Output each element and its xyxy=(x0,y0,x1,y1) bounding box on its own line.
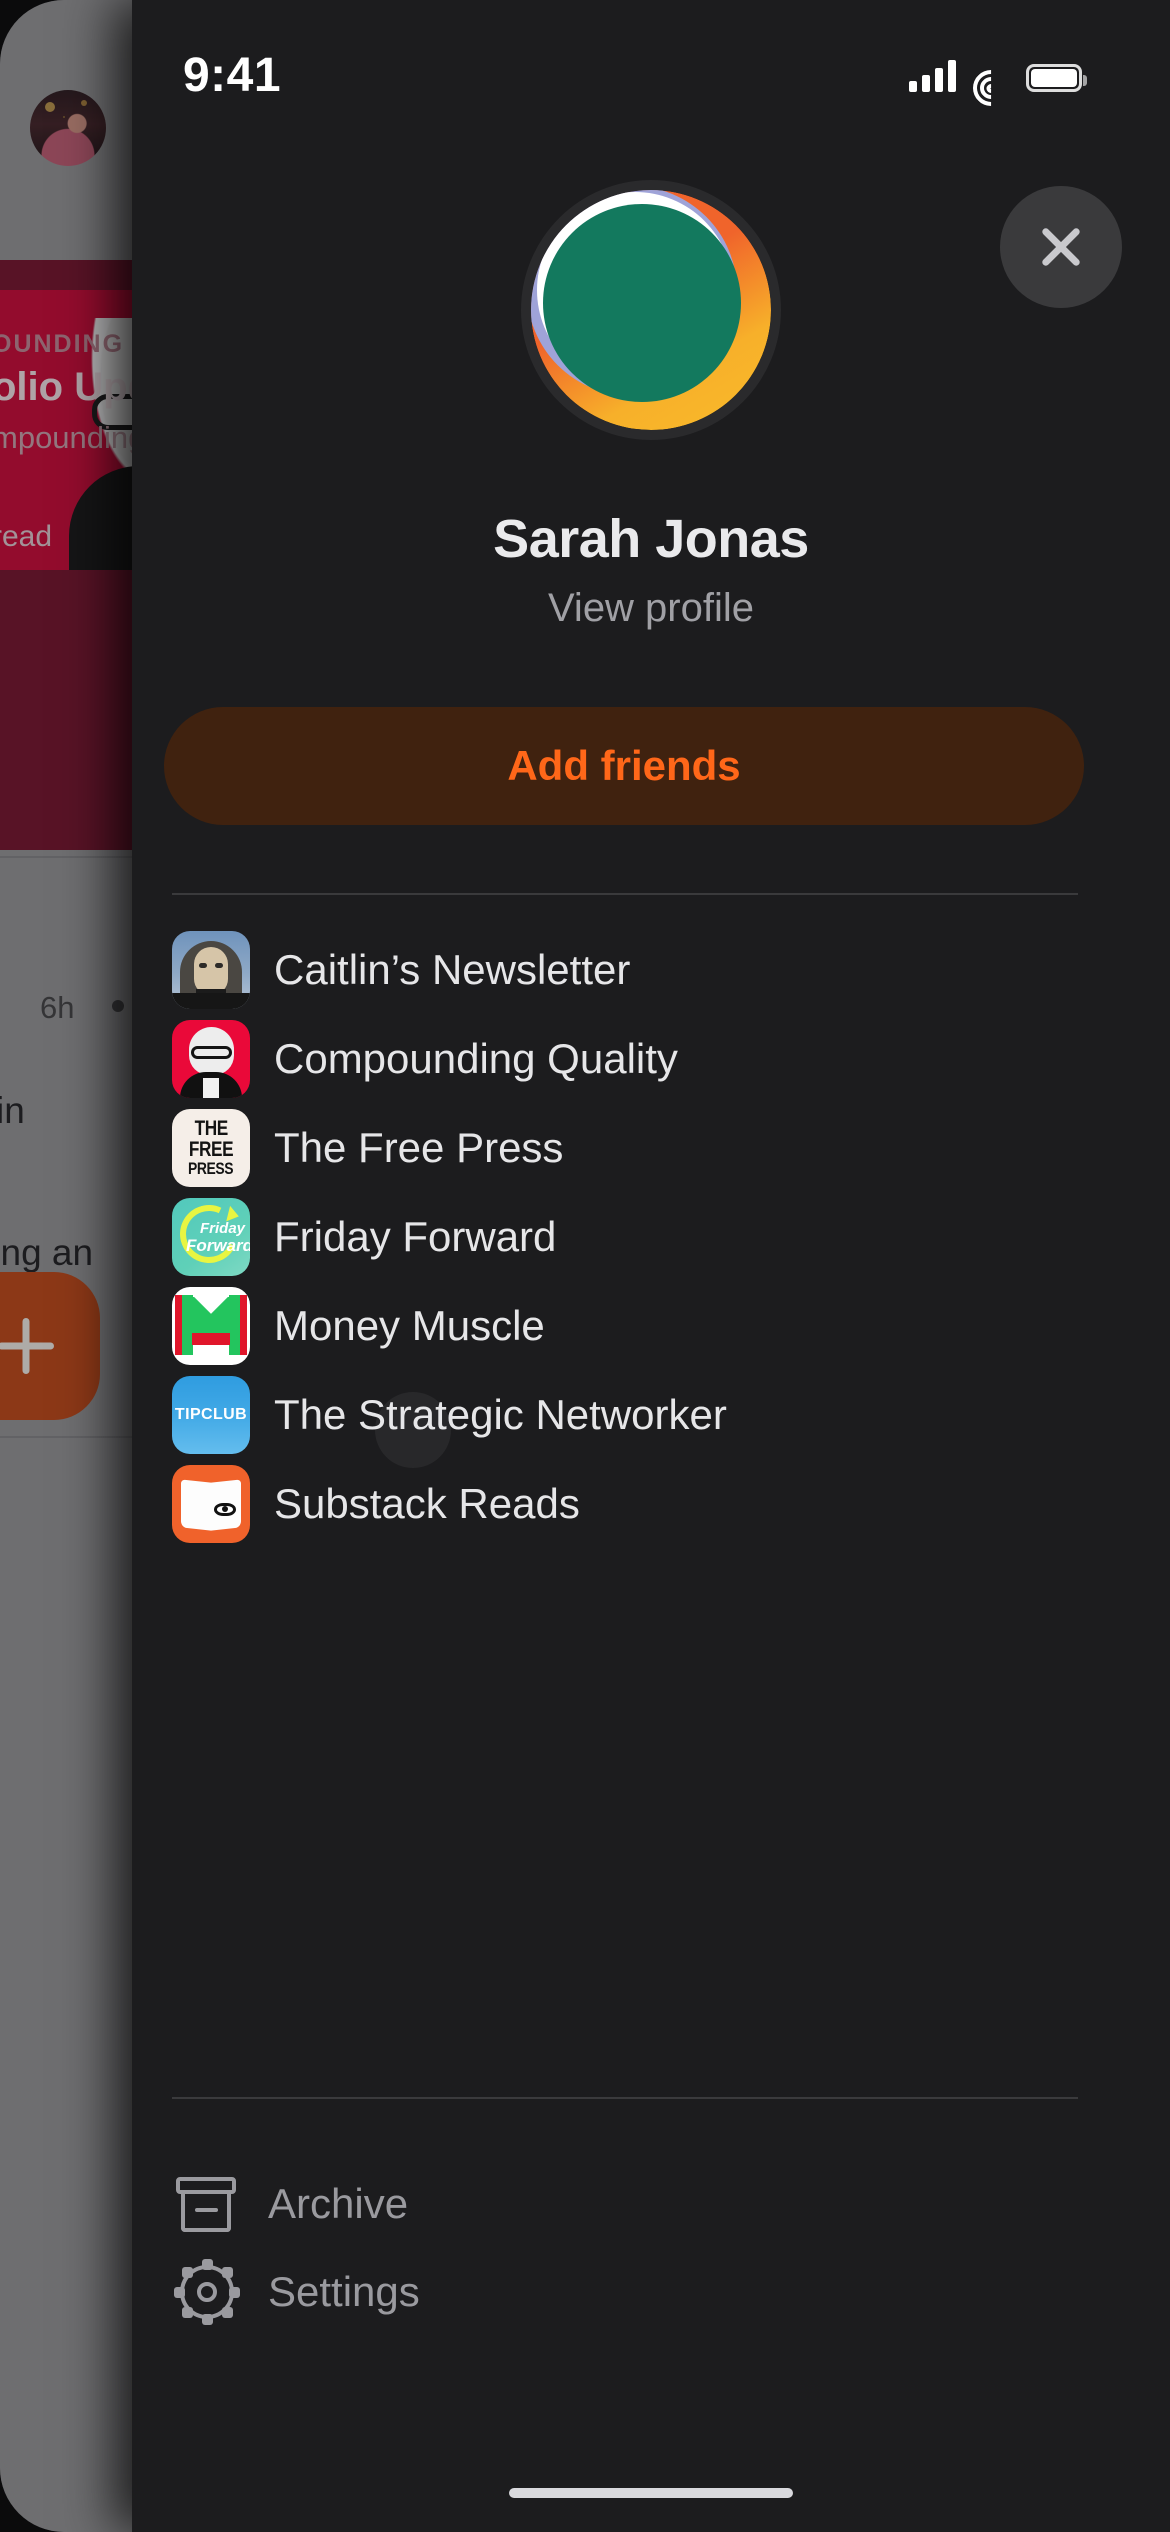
list-item[interactable]: Money Muscle xyxy=(132,1281,1170,1370)
publication-list: Caitlin’s Newsletter Compounding Quality… xyxy=(132,925,1170,1548)
sidebar-item-archive[interactable]: Archive xyxy=(132,2160,1170,2248)
list-item-label: Caitlin’s Newsletter xyxy=(274,945,631,993)
list-item-label: The Free Press xyxy=(274,1123,564,1171)
list-item[interactable]: TIPCLUB The Strategic Networker xyxy=(132,1370,1170,1459)
post-subtitle: mpounding xyxy=(0,420,146,455)
icon-text-line: Forward xyxy=(186,1235,250,1255)
home-indicator[interactable] xyxy=(509,2488,793,2498)
archive-box-icon xyxy=(174,2171,240,2237)
list-item[interactable]: Substack Reads xyxy=(132,1459,1170,1548)
profile-avatar[interactable] xyxy=(521,180,781,440)
money-muscle-icon xyxy=(172,1286,250,1365)
add-friends-button[interactable]: Add friends xyxy=(164,707,1084,825)
touch-indicator xyxy=(375,1392,451,1468)
compose-fab-button[interactable] xyxy=(0,1272,100,1420)
cellular-signal-icon xyxy=(909,60,956,92)
list-item-label: The Strategic Networker xyxy=(274,1390,727,1438)
view-profile-link[interactable]: View profile xyxy=(132,586,1170,631)
divider xyxy=(172,2097,1078,2099)
icon-text-line: FREE xyxy=(188,1138,234,1161)
close-button[interactable] xyxy=(1000,186,1122,308)
feed-text-fragment-1: in xyxy=(0,1090,25,1131)
icon-text-line: TIPCLUB xyxy=(174,1405,248,1423)
icon-text-line: Friday xyxy=(200,1219,246,1237)
wifi-icon xyxy=(965,62,1017,114)
compounding-quality-icon xyxy=(172,1019,250,1098)
friday-forward-icon: Friday Forward xyxy=(172,1197,250,1276)
phone-screen: OUNDING QU olio Update mpounding read 6h… xyxy=(0,0,1170,2532)
list-item[interactable]: Caitlin’s Newsletter xyxy=(132,925,1170,1014)
the-free-press-icon: THE FREE PRESS xyxy=(172,1108,250,1187)
list-item[interactable]: THE FREE PRESS The Free Press xyxy=(132,1103,1170,1192)
post-timestamp: 6h xyxy=(40,990,75,1025)
gear-icon xyxy=(174,2259,240,2325)
feed-text-fragment-2: ting an xyxy=(0,1232,94,1273)
sidebar-item-label: Settings xyxy=(268,2268,420,2315)
bottom-nav: Archive Settings xyxy=(132,2160,1170,2336)
list-item-label: Compounding Quality xyxy=(274,1034,678,1082)
sidebar-item-settings[interactable]: Settings xyxy=(132,2248,1170,2336)
list-item-label: Substack Reads xyxy=(274,1479,580,1527)
list-item[interactable]: Friday Forward Friday Forward xyxy=(132,1192,1170,1281)
status-bar-clock: 9:41 xyxy=(182,49,282,102)
divider xyxy=(172,893,1078,895)
sidebar-item-label: Archive xyxy=(268,2180,409,2227)
post-read-label: read xyxy=(0,520,53,553)
list-item[interactable]: Compounding Quality xyxy=(132,1014,1170,1103)
substack-reads-icon xyxy=(172,1464,250,1543)
list-item-label: Friday Forward xyxy=(274,1212,557,1260)
account-drawer: 9:41 Sarah Jonas View profile Add friend… xyxy=(132,0,1170,2532)
tipclub-icon: TIPCLUB xyxy=(172,1375,250,1454)
status-bar: 9:41 xyxy=(132,0,1170,120)
icon-text-line: THE xyxy=(194,1117,228,1140)
list-item-label: Money Muscle xyxy=(274,1301,545,1349)
icon-text-line: PRESS xyxy=(188,1159,234,1178)
profile-name: Sarah Jonas xyxy=(493,509,809,569)
caitlins-newsletter-icon xyxy=(172,930,250,1009)
battery-icon xyxy=(1026,64,1087,92)
